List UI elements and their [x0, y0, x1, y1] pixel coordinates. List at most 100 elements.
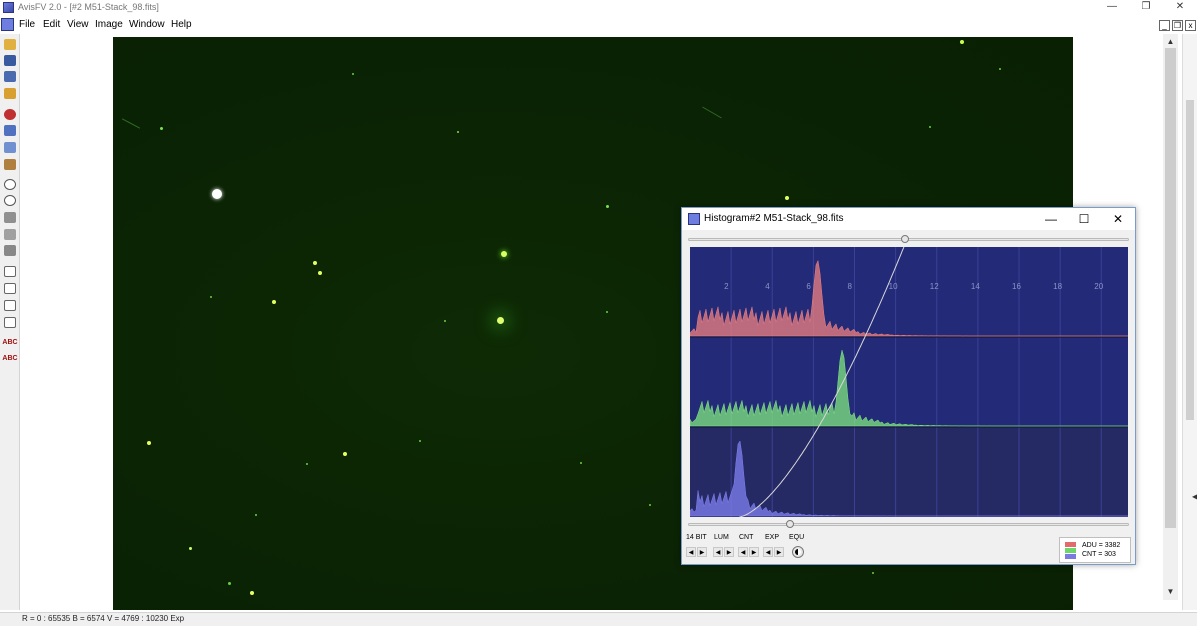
histogram-window: Histogram#2 M51-Stack_98.fits — ☐ ✕ 2 4 6 8… — [681, 207, 1136, 565]
document-icon[interactable] — [1, 18, 14, 31]
star — [318, 271, 322, 275]
star — [580, 462, 582, 464]
equalize-toggle-icon[interactable] — [792, 546, 804, 558]
folder-icon[interactable] — [3, 87, 17, 100]
scrollbar-thumb[interactable] — [1165, 48, 1176, 528]
star-streak — [702, 106, 722, 119]
bit-depth-next-button[interactable]: ▶ — [697, 547, 707, 557]
histogram-legend: ADU = 3382 CNT = 303 — [1059, 537, 1131, 563]
star — [189, 547, 192, 550]
settings-icon[interactable] — [3, 228, 17, 241]
histogram-icon — [688, 213, 700, 225]
zoom-in-icon[interactable] — [3, 178, 17, 191]
x-tick-label: 20 — [1094, 282, 1103, 291]
refresh-icon[interactable] — [3, 108, 17, 121]
exp-label: EXP — [765, 534, 780, 541]
star-streak — [121, 118, 141, 129]
grid-icon[interactable] — [3, 299, 17, 312]
histogram-close-button[interactable]: ✕ — [1104, 210, 1132, 228]
adu-readout: ADU = 3382 — [1082, 542, 1121, 549]
x-tick-label: 8 — [848, 282, 853, 291]
menu-window[interactable]: Window — [129, 19, 165, 30]
left-toolbar: ABC ABC — [0, 34, 20, 610]
red-swatch — [1065, 542, 1076, 547]
save-as-icon[interactable] — [3, 70, 17, 83]
white-point-thumb[interactable] — [901, 235, 910, 243]
paste-icon[interactable] — [3, 158, 17, 171]
green-swatch — [1065, 548, 1076, 553]
x-tick-label: 2 — [724, 282, 729, 291]
save-icon[interactable] — [3, 54, 17, 67]
lum-prev-button[interactable]: ◀ — [713, 547, 723, 557]
black-point-thumb[interactable] — [786, 520, 795, 528]
scroll-down-icon[interactable]: ▼ — [1163, 586, 1178, 598]
mdi-restore-button[interactable]: ❐ — [1172, 20, 1183, 31]
x-tick-label: 18 — [1053, 282, 1062, 291]
side-scroll-thumb[interactable] — [1186, 100, 1194, 420]
x-tick-label: 16 — [1012, 282, 1021, 291]
bit-depth-label: 14 BIT — [686, 534, 707, 541]
open-folder-icon[interactable] — [3, 38, 17, 51]
monitor-icon[interactable] — [3, 211, 17, 224]
mdi-minimize-button[interactable]: _ — [1159, 20, 1170, 31]
collapse-arrow-icon[interactable]: ◀ — [1192, 492, 1197, 502]
calculator-icon[interactable] — [3, 244, 17, 257]
cnt-next-button[interactable]: ▶ — [749, 547, 759, 557]
star — [419, 440, 421, 442]
menu-help[interactable]: Help — [171, 19, 192, 30]
sigma-icon[interactable] — [3, 316, 17, 329]
stack-icon[interactable] — [3, 124, 17, 137]
histogram-plot[interactable]: 2 4 6 8 10 12 14 16 18 20 — [690, 247, 1128, 517]
star — [352, 73, 354, 75]
copy-icon[interactable] — [3, 141, 17, 154]
menu-file[interactable]: File — [19, 19, 35, 30]
title-bar: AvisFV 2.0 - [#2 M51-Stack_98.fits] — ❐ … — [0, 0, 1197, 16]
cnt-label: CNT — [739, 534, 754, 541]
star — [343, 452, 347, 456]
lum-label: LUM — [714, 534, 729, 541]
star — [250, 591, 254, 595]
histogram-band — [690, 427, 1128, 517]
histogram-maximize-button[interactable]: ☐ — [1070, 210, 1098, 228]
scroll-up-icon[interactable]: ▲ — [1163, 36, 1178, 48]
equ-label: EQU — [789, 534, 805, 541]
text-tool-button[interactable]: ABC — [2, 336, 18, 349]
histogram-title-bar[interactable]: Histogram#2 M51-Stack_98.fits — ☐ ✕ — [682, 208, 1135, 230]
cnt-prev-button[interactable]: ◀ — [738, 547, 748, 557]
histogram-minimize-button[interactable]: — — [1037, 210, 1065, 228]
white-point-slider[interactable] — [688, 235, 1129, 243]
star — [147, 441, 151, 445]
status-text: R = 0 : 65535 B = 6574 V = 4769 : 10230 … — [22, 614, 185, 623]
app-icon — [3, 2, 14, 13]
minimize-button[interactable]: — — [1095, 0, 1129, 16]
text-tool-button-alt[interactable]: ABC — [2, 352, 18, 365]
zoom-out-icon[interactable] — [3, 194, 17, 207]
blue-swatch — [1065, 554, 1076, 559]
menu-view[interactable]: View — [67, 19, 89, 30]
black-point-slider[interactable] — [688, 520, 1129, 528]
star — [444, 320, 446, 322]
vertical-scrollbar[interactable]: ▲ ▼ — [1163, 34, 1178, 600]
star — [255, 514, 257, 516]
bit-depth-prev-button[interactable]: ◀ — [686, 547, 696, 557]
exp-prev-button[interactable]: ◀ — [763, 547, 773, 557]
cnt-readout: CNT = 303 — [1082, 551, 1116, 558]
x-tick-label: 12 — [930, 282, 939, 291]
star — [228, 582, 231, 585]
star — [306, 463, 308, 465]
restore-button[interactable]: ❐ — [1129, 0, 1163, 16]
star — [212, 189, 222, 199]
exp-next-button[interactable]: ▶ — [774, 547, 784, 557]
lum-next-button[interactable]: ▶ — [724, 547, 734, 557]
x-tick-label: 4 — [765, 282, 770, 291]
x-tick-label: 10 — [889, 282, 898, 291]
close-button[interactable]: ✕ — [1163, 0, 1197, 16]
search-icon[interactable] — [3, 265, 17, 278]
menu-edit[interactable]: Edit — [43, 19, 60, 30]
chart-icon[interactable] — [3, 282, 17, 295]
star — [501, 251, 507, 257]
star — [606, 311, 608, 313]
star — [210, 296, 212, 298]
menu-image[interactable]: Image — [95, 19, 123, 30]
mdi-close-button[interactable]: x — [1185, 20, 1196, 31]
